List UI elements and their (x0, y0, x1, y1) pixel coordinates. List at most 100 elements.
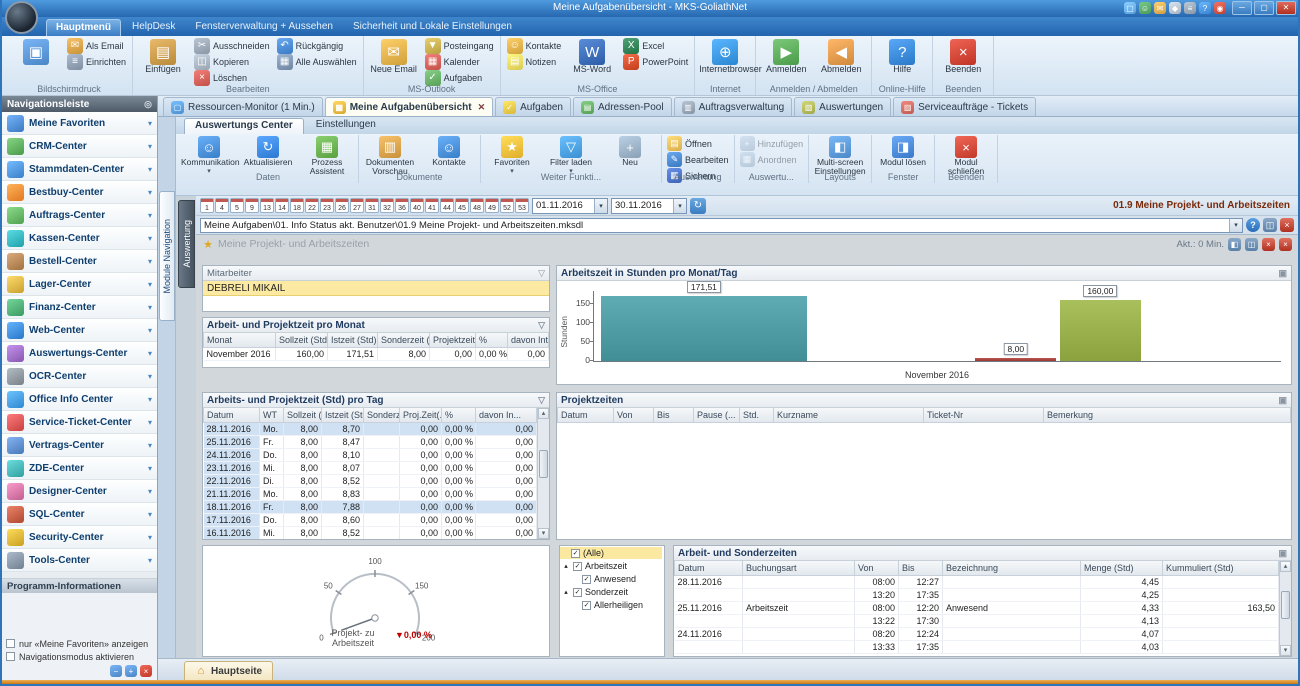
table-row[interactable]: 13:2217:304,13 (675, 614, 1279, 627)
chevron-down-icon[interactable]: ▾ (148, 211, 152, 220)
ribbon-button[interactable]: +Neu (602, 136, 658, 167)
power-icon[interactable]: ◉ (1214, 2, 1226, 14)
ribbon-button[interactable]: ◫Kopieren (192, 54, 272, 69)
calendar-week-button[interactable]: 26 (335, 198, 349, 213)
ribbon-button[interactable]: ×Löschen (192, 70, 272, 85)
zoom-in-icon[interactable]: + (125, 665, 137, 677)
ribbon-button[interactable]: ▤Notizen (505, 54, 564, 69)
calendar-week-button[interactable]: 23 (320, 198, 334, 213)
menu-tab[interactable]: HelpDesk (123, 19, 184, 36)
expand-icon[interactable]: ▣ (1278, 268, 1287, 279)
module-tab[interactable]: Auswertungs Center (184, 118, 304, 134)
calendar-week-button[interactable]: 14 (275, 198, 289, 213)
ribbon-button[interactable]: ×Modul schließen (938, 136, 994, 176)
sidebar-item[interactable]: Bestbuy-Center▾ (2, 181, 157, 204)
help-icon[interactable]: ? (1199, 2, 1211, 14)
calendar-week-button[interactable]: 48 (470, 198, 484, 213)
users-icon[interactable]: ☺ (1139, 2, 1151, 14)
sidebar-item[interactable]: Tools-Center▾ (2, 549, 157, 572)
calendar-week-button[interactable]: 1 (200, 198, 214, 213)
chevron-down-icon[interactable]: ▾ (148, 395, 152, 404)
settings-icon[interactable]: ≡ (1184, 2, 1196, 14)
table-row[interactable]: 13:3317:354,03 (675, 640, 1279, 653)
sidebar-collapse-indicator[interactable] (2, 572, 157, 579)
sidebar-item[interactable]: Lager-Center▾ (2, 273, 157, 296)
document-tab[interactable]: ▦Meine Aufgabenübersicht✕ (325, 97, 493, 116)
legend-item[interactable]: ✓Allerheiligen (560, 599, 662, 611)
sidebar-item[interactable]: Office Info Center▾ (2, 388, 157, 411)
ribbon-button[interactable]: ★Favoriten▾ (484, 136, 540, 175)
calendar-week-button[interactable]: 40 (410, 198, 424, 213)
column-header[interactable]: Istzeit (Std) (322, 408, 364, 422)
scrollbar[interactable]: ▴▾ (1279, 561, 1291, 656)
chevron-down-icon[interactable]: ▾ (148, 441, 152, 450)
ribbon-button[interactable]: ▼Posteingang (423, 38, 496, 53)
column-header[interactable]: Std. (740, 408, 774, 422)
table-row[interactable]: 13:2017:354,25 (675, 588, 1279, 601)
chevron-down-icon[interactable]: ▾ (148, 303, 152, 312)
calendar-week-button[interactable]: 5 (230, 198, 244, 213)
scrollbar-thumb[interactable] (1281, 591, 1290, 619)
document-tab[interactable]: ▢Ressourcen-Monitor (1 Min.) (163, 97, 323, 116)
ribbon-button[interactable]: ▦Kalender (423, 54, 496, 69)
calendar-week-button[interactable]: 44 (440, 198, 454, 213)
zoom-out-icon[interactable]: − (110, 665, 122, 677)
ribbon-button[interactable]: WMS-Word (566, 38, 618, 75)
calendar-week-button[interactable]: 45 (455, 198, 469, 213)
date-from-input[interactable]: 01.11.2016 ▾ (532, 198, 608, 214)
sidebar-item[interactable]: Security-Center▾ (2, 526, 157, 549)
column-header[interactable]: davon Int... (508, 333, 549, 347)
pin-icon[interactable]: ◎ (144, 99, 152, 110)
column-header[interactable]: % (442, 408, 476, 422)
column-header[interactable]: WT (260, 408, 284, 422)
chevron-down-icon[interactable]: ▾ (148, 556, 152, 565)
hauptseite-tab[interactable]: ⌂ Hauptseite (184, 661, 273, 680)
maximize-button[interactable]: ▢ (1254, 1, 1274, 15)
scrollbar-thumb[interactable] (539, 450, 548, 478)
legend-item[interactable]: ✓Anwesend (560, 573, 662, 585)
column-header[interactable]: Ticket-Nr (924, 408, 1044, 422)
date-to-input[interactable]: 30.11.2016 ▾ (611, 198, 687, 214)
calendar-week-button[interactable]: 27 (350, 198, 364, 213)
table-row[interactable]: 22.11.2016Di.8,008,520,000,00 %0,00 (204, 474, 537, 487)
sidebar-item[interactable]: Auswertungs-Center▾ (2, 342, 157, 365)
chevron-down-icon[interactable]: ▾ (148, 487, 152, 496)
chevron-down-icon[interactable]: ▾ (148, 418, 152, 427)
sidebar-item[interactable]: Web-Center▾ (2, 319, 157, 342)
sidebar-item[interactable]: Kassen-Center▾ (2, 227, 157, 250)
menu-tab[interactable]: Hauptmenü (46, 19, 121, 36)
chevron-down-icon[interactable]: ▾ (148, 257, 152, 266)
sidebar-item[interactable]: Vertrags-Center▾ (2, 434, 157, 457)
table-row[interactable]: 17.11.2016Do.8,008,600,000,00 %0,00 (204, 513, 537, 526)
ribbon-button[interactable]: ✎Bearbeiten (665, 152, 731, 167)
employee-row[interactable]: DEBRELI MIKAIL (203, 281, 549, 296)
column-header[interactable]: Monat (204, 333, 276, 347)
close-report-icon[interactable]: × (1280, 218, 1294, 232)
ribbon-button[interactable]: ▤Öffnen (665, 136, 731, 151)
ribbon-button[interactable]: +Hinzufügen (738, 136, 806, 151)
help-icon[interactable]: ? (1246, 218, 1260, 232)
chevron-down-icon[interactable]: ▾ (148, 142, 152, 151)
ribbon-button[interactable]: ☺Kontakte (505, 38, 564, 53)
sidebar-item[interactable]: SQL-Center▾ (2, 503, 157, 526)
calendar-week-button[interactable]: 13 (260, 198, 274, 213)
ribbon-button[interactable]: ▤Einfügen (137, 38, 189, 75)
expander-icon[interactable]: ▴ (562, 588, 570, 596)
scroll-down-icon[interactable]: ▾ (1280, 645, 1291, 656)
column-header[interactable]: Von (855, 561, 899, 575)
sidebar-item[interactable]: CRM-Center▾ (2, 135, 157, 158)
document-tab[interactable]: ▥Auftragsverwaltung (674, 97, 793, 116)
column-header[interactable]: Sonderz... (364, 408, 400, 422)
chevron-down-icon[interactable]: ▾ (148, 372, 152, 381)
document-tab[interactable]: ▤Adressen-Pool (573, 97, 672, 116)
column-header[interactable]: Kummuliert (Std) (1163, 561, 1279, 575)
module-navigation-tab[interactable]: Module Navigation (159, 191, 175, 321)
calendar-week-button[interactable]: 53 (515, 198, 529, 213)
sidebar-item[interactable]: Designer-Center▾ (2, 480, 157, 503)
ribbon-button[interactable]: ◨Modul lösen (875, 136, 931, 167)
ribbon-button[interactable]: ⊕Internetbrowser (699, 38, 751, 75)
calendar-week-button[interactable]: 52 (500, 198, 514, 213)
ribbon-button[interactable]: ✓Aufgaben (423, 70, 496, 85)
menu-tab[interactable]: Sicherheit und Lokale Einstellungen (344, 19, 521, 36)
document-tab[interactable]: ▨Serviceaufträge - Tickets (893, 97, 1036, 116)
